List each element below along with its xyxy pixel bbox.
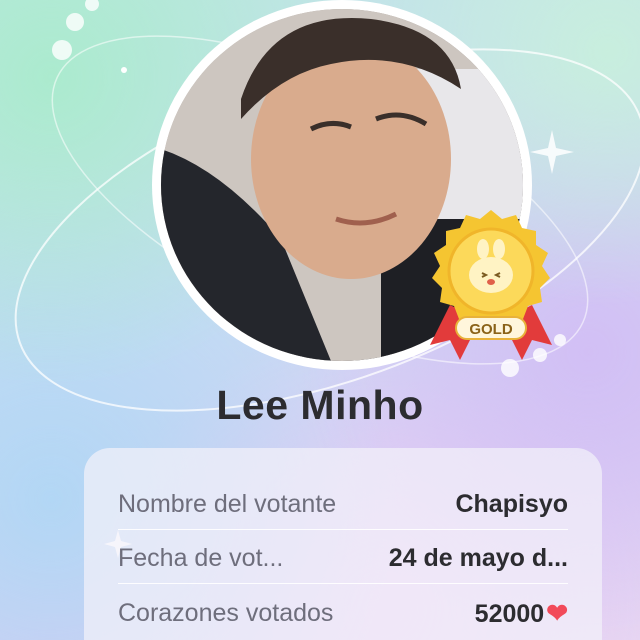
- vote-date-row: Fecha de vot... 24 de mayo d...: [118, 534, 568, 584]
- hearts-voted-label: Corazones votados: [118, 598, 334, 627]
- voter-name-row: Nombre del votante Chapisyo: [118, 480, 568, 530]
- voter-name-value: Chapisyo: [455, 490, 568, 518]
- hearts-voted-row: Corazones votados 52000❤: [118, 588, 568, 638]
- heart-icon: ❤: [546, 597, 568, 628]
- profile-name: Lee Minho: [216, 382, 424, 428]
- voter-name-label: Nombre del votante: [118, 490, 337, 518]
- hearts-voted-value: 52000: [474, 599, 545, 628]
- vote-date-label: Fecha de vot...: [118, 544, 284, 572]
- badge-text: GOLD: [469, 321, 512, 338]
- hearts-voted-value-wrap: 52000❤: [475, 598, 568, 629]
- gold-medal-icon: GOLD: [430, 210, 552, 360]
- vote-date-value: 24 de mayo d...: [388, 544, 568, 572]
